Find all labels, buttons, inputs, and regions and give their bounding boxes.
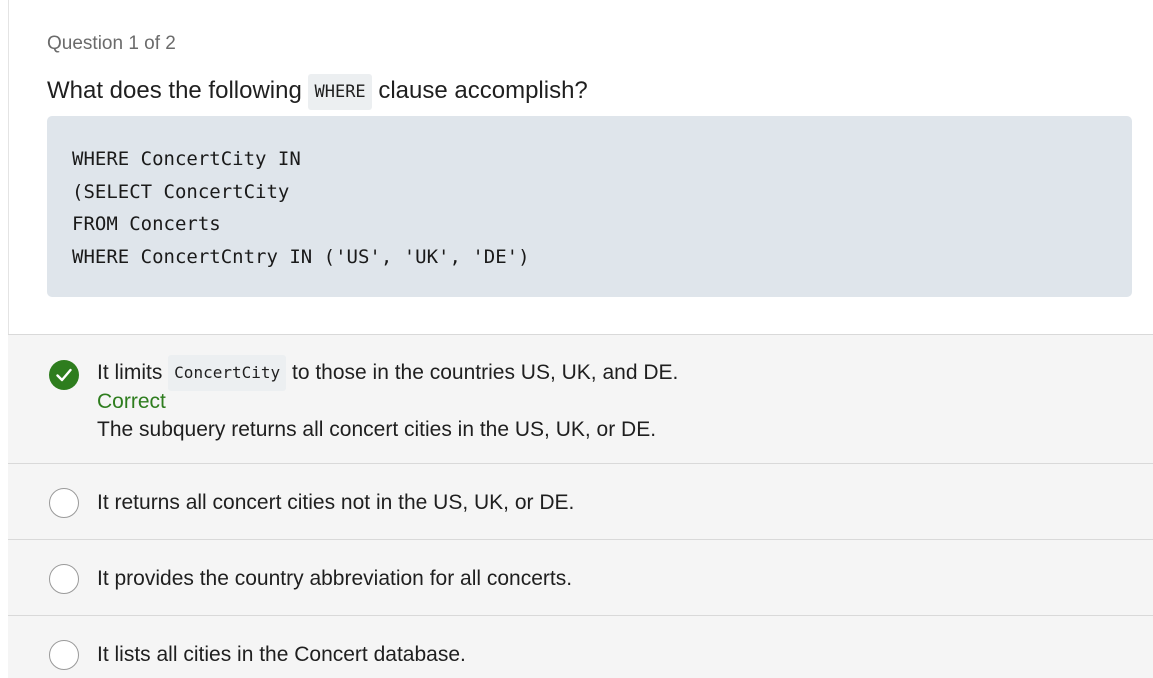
question-text-after: clause accomplish? <box>378 77 588 104</box>
answer-option-3[interactable]: It provides the country abbreviation for… <box>8 539 1153 616</box>
answer-inline-code: ConcertCity <box>168 355 287 392</box>
radio-button[interactable] <box>49 564 79 594</box>
code-line: WHERE ConcertCity IN <box>72 148 301 170</box>
code-line: (SELECT ConcertCity <box>72 180 290 203</box>
answer-option-label: It limits ConcertCity to those in the co… <box>97 355 679 392</box>
question-inline-code: WHERE <box>308 73 372 110</box>
code-line: FROM Concerts <box>72 213 221 236</box>
answer-option-1[interactable]: It limits ConcertCity to those in the co… <box>8 334 1153 464</box>
question-counter: Question 1 of 2 <box>47 33 176 54</box>
answer-text-after: to those in the countries US, UK, and DE… <box>291 361 679 384</box>
answer-option-2[interactable]: It returns all concert cities not in the… <box>8 463 1153 540</box>
radio-button[interactable] <box>49 488 79 518</box>
code-line: WHERE ConcertCntry IN ('US', 'UK', 'DE') <box>72 245 530 268</box>
answer-option-label: It provides the country abbreviation for… <box>97 567 573 590</box>
answer-text-before: It limits <box>97 361 163 384</box>
answer-option-label: It lists all cities in the Concert datab… <box>97 643 466 666</box>
checkmark-icon[interactable] <box>49 360 79 390</box>
feedback-explanation: The subquery returns all concert cities … <box>97 418 657 441</box>
answer-option-4[interactable]: It lists all cities in the Concert datab… <box>8 615 1153 678</box>
question-text: What does the following WHERE clause acc… <box>47 72 588 110</box>
feedback-status: Correct <box>97 390 166 413</box>
question-text-before: What does the following <box>47 77 302 104</box>
code-block: WHERE ConcertCity IN (SELECT ConcertCity… <box>47 116 1132 297</box>
answer-list: It limits ConcertCity to those in the co… <box>8 334 1153 678</box>
radio-button[interactable] <box>49 640 79 670</box>
answer-option-label: It returns all concert cities not in the… <box>97 491 575 514</box>
